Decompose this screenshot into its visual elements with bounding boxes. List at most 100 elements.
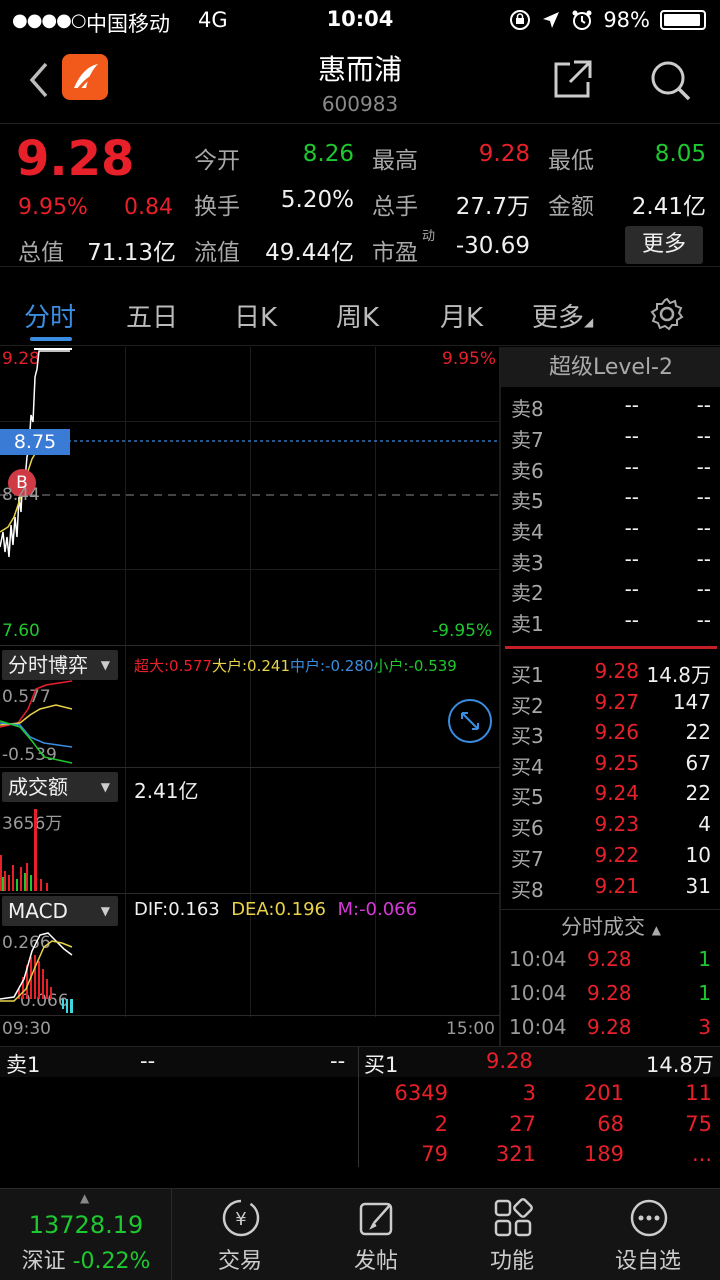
ask-side-label: 卖3 [511,551,544,575]
pe-dynamic-mark: 动 [422,229,436,244]
bid-row[interactable]: 买8 9.21 31 [501,874,720,904]
macd-indicator-select[interactable]: MACD ▼ [2,896,118,926]
ask-volume: -- [696,516,711,540]
intraday-chart[interactable]: 9.28 9.95% 7.60 -9.95% 8.75 B 8.44 分时博弈 ▼… [0,347,500,1047]
chevron-up-icon: ▲ [651,923,661,937]
float-cap-label: 流值 [194,240,240,266]
bid-row[interactable]: 买6 9.23 4 [501,812,720,842]
high-value: 9.28 [478,141,530,167]
amount-value: 2.41亿 [631,194,706,220]
strip-sell-label: 卖1 [6,1053,41,1077]
bid-row[interactable]: 买2 9.27 147 [501,690,720,720]
amount-indicator-select[interactable]: 成交额 ▼ [2,772,118,802]
queue-cell: 189 [583,1142,624,1166]
battery-icon [660,10,706,30]
tab-functions[interactable]: 功能 [444,1189,580,1280]
ask-volume: -- [696,455,711,479]
index-ticker[interactable]: ▲ 13728.19 深证 -0.22% [0,1189,172,1280]
queue-cell: 321 [495,1142,536,1166]
ask-side-label: 卖5 [511,489,544,513]
bid-row[interactable]: 买3 9.26 22 [501,720,720,750]
bid-price: 9.21 [594,874,639,898]
bid-row[interactable]: 买1 9.28 14.8万 [501,659,720,689]
ask-price: -- [624,577,639,601]
ask-row[interactable]: 卖3 -- -- [501,547,720,577]
tab-weekly-k[interactable]: 周K [336,297,379,334]
bid-side-label: 买4 [511,755,544,779]
ask-price: -- [624,424,639,448]
amount-indicator-label: 成交额 [8,775,68,799]
ask-price: -- [624,455,639,479]
bid-row[interactable]: 买5 9.24 22 [501,781,720,811]
ask-price: -- [624,516,639,540]
bid-price: 9.28 [594,659,639,683]
tab-intraday[interactable]: 分时 [24,297,76,334]
tab-monthly-k[interactable]: 月K [440,297,483,334]
gear-icon[interactable] [650,297,684,331]
turnover-label: 换手 [194,194,240,220]
turnover-value: 5.20% [280,187,354,213]
ask-row[interactable]: 卖2 -- -- [501,577,720,607]
ask-volume: -- [696,485,711,509]
bid-side-label: 买1 [511,663,544,687]
tab-more[interactable]: 更多◢ [532,297,593,334]
ask-volume: -- [696,608,711,632]
location-icon [543,12,560,28]
active-tab-indicator [30,337,72,341]
trade-time: 10:04 [509,981,567,1005]
tab-trade[interactable]: ¥ 交易 [172,1189,308,1280]
ask-row[interactable]: 卖1 -- -- [501,608,720,638]
ask-volume: -- [696,577,711,601]
dropdown-triangle-icon: ◢ [584,315,594,329]
game-lines [0,680,73,764]
ask-row[interactable]: 卖8 -- -- [501,393,720,423]
search-icon[interactable] [648,58,692,102]
ask-price: -- [624,608,639,632]
ask-row[interactable]: 卖4 -- -- [501,516,720,546]
ask-side-label: 卖4 [511,520,544,544]
bid-price: 9.27 [594,690,639,714]
expand-icon[interactable] [446,697,494,745]
tab-daily-k[interactable]: 日K [234,297,277,334]
game-indicator-select[interactable]: 分时博弈 ▼ [2,650,118,680]
queue-cell: ... [691,1142,712,1166]
ask-row[interactable]: 卖6 -- -- [501,455,720,485]
index-change: -0.22% [72,1249,151,1274]
ask-row[interactable]: 卖5 -- -- [501,485,720,515]
trade-price: 9.28 [587,981,632,1005]
trades-title-label: 分时成交 [561,915,646,939]
open-value: 8.26 [302,141,354,167]
level2-title[interactable]: 超级Level-2 [501,347,720,387]
bid-side-label: 买5 [511,785,544,809]
share-icon[interactable] [552,58,594,100]
bid-price: 9.25 [594,751,639,775]
tab-add-favorite[interactable]: 设自选 [580,1189,716,1280]
chevron-down-icon: ▼ [100,780,110,794]
ask-row[interactable]: 卖7 -- -- [501,424,720,454]
more-info-button[interactable]: 更多 [625,226,703,264]
tab-functions-label: 功能 [489,1249,534,1274]
bid-row[interactable]: 买7 9.22 10 [501,843,720,873]
time-axis-end: 15:00 [446,1019,495,1039]
ask-price: -- [624,485,639,509]
trades-title[interactable]: 分时成交 ▲ [501,909,720,945]
queue-cell: 68 [597,1112,624,1136]
low-value: 8.05 [654,141,706,167]
pe-value: -30.69 [455,233,530,259]
bid-volume: 31 [685,874,711,898]
macd-indicator-label: MACD [8,899,68,923]
tab-post[interactable]: 发帖 [308,1189,444,1280]
time-axis-start: 09:30 [2,1019,51,1039]
bid-row[interactable]: 买4 9.25 67 [501,751,720,781]
volume-value: 27.7万 [455,194,530,220]
tab-five-day[interactable]: 五日 [126,297,178,334]
trade-price: 9.28 [587,947,632,971]
ask-price: -- [624,393,639,417]
legend-large: 大户:0.241 [212,657,290,675]
float-cap-value: 49.44亿 [265,240,354,266]
trade-volume: 1 [698,981,711,1005]
macd-legend: DIF:0.163 DEA:0.196 M:-0.066 [134,899,417,920]
amount-bars [0,809,48,891]
quote-header: 9.28 9.95% 0.84 今开 8.26 最高 9.28 最低 8.05 … [0,125,720,266]
tab-more-label: 更多 [532,303,585,333]
